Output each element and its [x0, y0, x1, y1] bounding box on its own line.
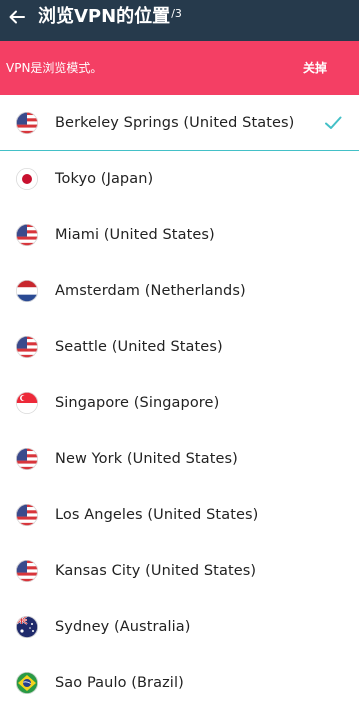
- location-row[interactable]: Kansas City (United States): [0, 543, 359, 599]
- jp-flag-icon: [16, 168, 38, 190]
- us-flag-icon: [16, 336, 38, 358]
- us-flag-icon: [16, 448, 38, 470]
- us-flag-icon: [16, 224, 38, 246]
- location-row[interactable]: Singapore (Singapore): [0, 375, 359, 431]
- location-list: Berkeley Springs (United States) Tokyo (J…: [0, 95, 359, 711]
- us-flag-icon: [16, 560, 38, 582]
- back-button[interactable]: [2, 2, 32, 32]
- checkmark-icon: [323, 113, 343, 133]
- page-title: 浏览VPN的位置/3: [38, 3, 182, 31]
- location-row[interactable]: Sydney (Australia): [0, 599, 359, 655]
- location-label: Los Angeles (United States): [55, 507, 259, 523]
- location-label: Sydney (Australia): [55, 619, 191, 635]
- app-bar: 浏览VPN的位置/3: [0, 0, 359, 41]
- location-row[interactable]: New York (United States): [0, 431, 359, 487]
- location-label: Berkeley Springs (United States): [55, 114, 295, 131]
- arrow-left-icon: [9, 10, 25, 24]
- location-label: New York (United States): [55, 451, 238, 467]
- location-row[interactable]: Los Angeles (United States): [0, 487, 359, 543]
- location-label: Amsterdam (Netherlands): [55, 283, 246, 299]
- location-row[interactable]: Seattle (United States): [0, 319, 359, 375]
- location-label: Sao Paulo (Brazil): [55, 675, 184, 691]
- location-row[interactable]: Miami (United States): [0, 207, 359, 263]
- banner-message: VPN是浏览模式。: [6, 61, 103, 75]
- br-flag-icon: [16, 672, 38, 694]
- location-label: Tokyo (Japan): [55, 171, 154, 187]
- au-flag-icon: [16, 616, 38, 638]
- title-text: 浏览VPN的位置: [38, 6, 171, 27]
- location-label: Miami (United States): [55, 227, 215, 243]
- close-banner-button[interactable]: 关掉: [299, 55, 331, 81]
- location-row[interactable]: Berkeley Springs (United States): [0, 95, 359, 151]
- location-row[interactable]: Tokyo (Japan): [0, 151, 359, 207]
- nl-flag-icon: [16, 280, 38, 302]
- location-label: Kansas City (United States): [55, 563, 257, 579]
- sg-flag-icon: [16, 392, 38, 414]
- title-superscript: /3: [171, 7, 182, 20]
- us-flag-icon: [16, 111, 38, 134]
- location-label: Singapore (Singapore): [55, 395, 220, 411]
- location-row[interactable]: Amsterdam (Netherlands): [0, 263, 359, 319]
- mode-banner: VPN是浏览模式。 关掉: [0, 41, 359, 95]
- us-flag-icon: [16, 504, 38, 526]
- location-label: Seattle (United States): [55, 339, 223, 355]
- location-row[interactable]: Sao Paulo (Brazil): [0, 655, 359, 711]
